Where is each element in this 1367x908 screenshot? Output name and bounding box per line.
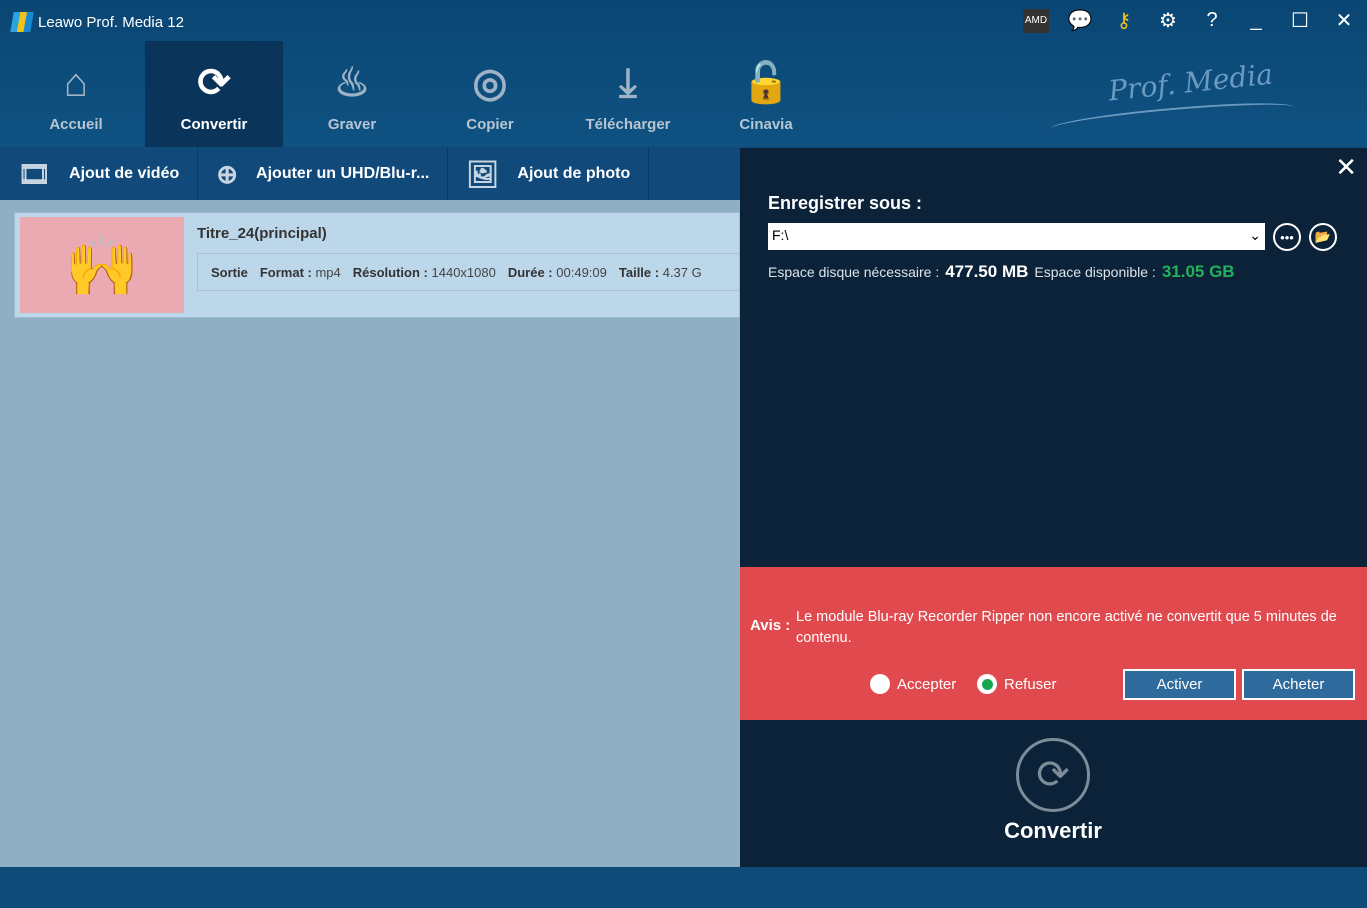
tab-label: Convertir: [180, 116, 248, 133]
tab-copier[interactable]: ◎ Copier: [421, 41, 559, 147]
available-space-value: 31.05 GB: [1161, 262, 1235, 281]
save-as-label: Enregistrer sous :: [768, 193, 923, 213]
tab-convertir[interactable]: ⟳ Convertir: [145, 41, 283, 147]
required-space-label: Espace disque nécessaire :: [768, 264, 940, 280]
maximize-button[interactable]: ☐: [1287, 8, 1313, 33]
tab-graver[interactable]: ♨ Graver: [283, 41, 421, 147]
open-folder-button[interactable]: 📂: [1309, 223, 1337, 251]
convert-panel: ✕ Enregistrer sous : F:\ ⌄ ••• 📂 Espace d…: [740, 148, 1367, 867]
add-disc-label: Ajouter un UHD/Blu-r...: [256, 165, 430, 182]
radio-checked-icon: [977, 674, 997, 694]
help-icon[interactable]: ?: [1199, 9, 1225, 32]
chevron-down-icon: ⌄: [1249, 227, 1261, 243]
radio-unchecked-icon: [870, 674, 890, 694]
tab-label: Cinavia: [739, 116, 793, 133]
feedback-icon[interactable]: 💬: [1067, 8, 1093, 33]
video-thumbnail: 🙌: [20, 217, 184, 313]
brand-swoosh: [1049, 97, 1296, 139]
accept-radio[interactable]: Accepter: [870, 674, 956, 694]
item-output-info[interactable]: Sortie Format : mp4 Résolution : 1440x10…: [197, 253, 757, 291]
status-bar: [0, 867, 1367, 908]
disk-space-info: Espace disque nécessaire : 477.50 MB Esp…: [768, 262, 1235, 282]
app-title-bar: Leawo Prof. Media 12: [10, 12, 184, 32]
resolution-value: 1440x1080: [431, 264, 496, 280]
tab-label: Graver: [327, 116, 377, 133]
home-icon: ⌂: [63, 61, 89, 105]
brand-logo: Prof. Media: [1106, 57, 1275, 108]
notice-message: Le module Blu-ray Recorder Ripper non en…: [796, 609, 1337, 646]
available-space-label: Espace disponible :: [1034, 264, 1156, 280]
add-video-label: Ajout de vidéo: [69, 165, 180, 182]
app-logo-icon: [10, 12, 34, 32]
download-icon: ⤓: [619, 61, 637, 105]
resolution-label: Résolution :: [352, 264, 428, 280]
output-label: Sortie: [211, 264, 248, 280]
header: Leawo Prof. Media 12 AMD 💬 ⚷ ⚙ ? _ ☐ ✕ ⌂…: [0, 0, 1367, 147]
required-space-value: 477.50 MB: [945, 262, 1029, 281]
app-title: Leawo Prof. Media 12: [38, 13, 184, 31]
activate-button[interactable]: Activer: [1123, 669, 1236, 700]
item-title: Titre_24(principal): [197, 225, 327, 242]
refuse-label: Refuser: [1004, 675, 1057, 693]
unlock-icon: 🔓: [741, 61, 791, 105]
convert-icon: ⟳: [1016, 738, 1090, 812]
minimize-button[interactable]: _: [1243, 9, 1269, 32]
copy-disc-icon: ◎: [472, 61, 508, 105]
add-video-button[interactable]: 🎞 Ajout de vidéo: [0, 148, 199, 200]
size-value: 4.37 G: [662, 264, 702, 280]
key-icon[interactable]: ⚷: [1111, 8, 1137, 33]
tab-accueil[interactable]: ⌂ Accueil: [7, 41, 145, 147]
convert-button[interactable]: ⟳ Convertir: [998, 738, 1108, 844]
format-label: Format :: [259, 264, 312, 280]
disc-add-icon: ⊕: [216, 158, 239, 189]
duration-value: 00:49:09: [556, 264, 607, 280]
film-add-icon: 🎞: [18, 158, 52, 189]
tab-label: Télécharger: [585, 116, 671, 133]
close-panel-button[interactable]: ✕: [1335, 152, 1357, 183]
convert-icon: ⟳: [197, 61, 231, 105]
list-item[interactable]: 🙌 Titre_24(principal) Sortie Format : mp…: [14, 212, 757, 318]
photo-add-icon: 🖼: [466, 158, 500, 189]
close-window-button[interactable]: ✕: [1331, 8, 1357, 33]
settings-gear-icon[interactable]: ⚙: [1155, 8, 1181, 33]
tab-telecharger[interactable]: ⤓ Télécharger: [559, 41, 697, 147]
duration-label: Durée :: [507, 264, 553, 280]
add-photo-button[interactable]: 🖼 Ajout de photo: [448, 148, 650, 200]
add-photo-label: Ajout de photo: [517, 165, 631, 182]
add-disc-button[interactable]: ⊕ Ajouter un UHD/Blu-r...: [198, 148, 449, 200]
convert-label: Convertir: [1004, 818, 1102, 843]
buy-button[interactable]: Acheter: [1242, 669, 1355, 700]
burn-icon: ♨: [334, 61, 370, 105]
save-path-select[interactable]: F:\ ⌄: [768, 223, 1265, 250]
activation-notice: Avis : Le module Blu-ray Recorder Ripper…: [740, 567, 1367, 720]
tab-label: Accueil: [49, 116, 103, 133]
amd-badge-icon[interactable]: AMD: [1023, 8, 1049, 33]
tab-cinavia[interactable]: 🔓 Cinavia: [697, 41, 835, 147]
format-value: mp4: [315, 264, 341, 280]
toolbar: 🎞 Ajout de vidéo ⊕ Ajouter un UHD/Blu-r...…: [0, 148, 740, 200]
notice-label: Avis :: [750, 617, 791, 634]
save-path-value: F:\: [772, 227, 789, 243]
more-options-button[interactable]: •••: [1273, 223, 1301, 251]
accept-label: Accepter: [897, 675, 957, 693]
refuse-radio[interactable]: Refuser: [977, 674, 1057, 694]
size-label: Taille :: [618, 264, 660, 280]
file-list: 🙌 Titre_24(principal) Sortie Format : mp…: [0, 200, 757, 867]
tab-label: Copier: [466, 116, 514, 133]
